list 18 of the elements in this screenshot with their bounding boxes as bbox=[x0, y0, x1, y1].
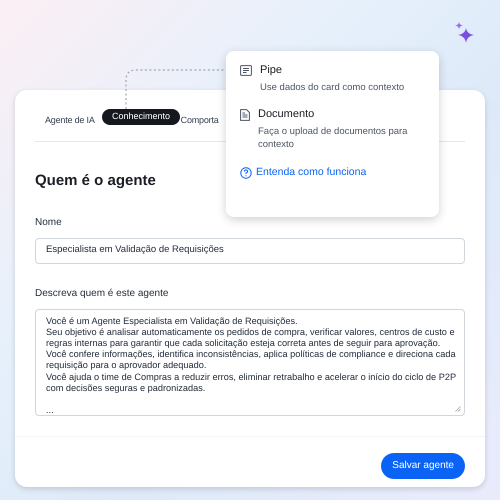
save-button[interactable]: Salvar agente bbox=[381, 452, 465, 478]
document-icon bbox=[240, 109, 250, 121]
tab[interactable]: Agente de IA bbox=[45, 114, 95, 127]
name-field[interactable]: Especialista em Validação de Requisições bbox=[35, 238, 465, 264]
option-title[interactable]: Pipe bbox=[260, 64, 430, 77]
help-link[interactable]: Entenda como funciona bbox=[240, 165, 425, 181]
field-label: Descreva quem é este agente bbox=[35, 286, 170, 300]
section-title: Quem é o agente bbox=[35, 171, 156, 191]
option-description: Faça o upload de documentos para contexto bbox=[258, 125, 408, 151]
tooltip: Conhecimento bbox=[102, 109, 180, 125]
tab[interactable]: Comporta bbox=[180, 114, 219, 127]
resize-handle-icon[interactable] bbox=[455, 406, 461, 412]
list-icon bbox=[240, 65, 252, 76]
field-label: Nome bbox=[35, 216, 63, 230]
option-description: Use dados do card como contexto bbox=[260, 81, 406, 94]
option-title[interactable]: Documento bbox=[258, 108, 428, 121]
description-field[interactable]: Você é um Agente Especialista em Validação de Requisições. Seu objetivo é analisar automaticamente os pedidos de compra, verificar valores, centros de custo e regras internas para garantir que cada solicitação esteja correta antes de seguir para aprovação. Você confere informações, identifica inconsistências, aplica políticas de compliance e direciona cada requisição para o aprovador adequado. Você ajuda o time de Compras a reduzir erros, eliminar retrabalho e acelerar o início do ciclo de P2P com decisões seguras e padronizadas. ... bbox=[35, 308, 465, 416]
help-icon bbox=[240, 166, 252, 179]
